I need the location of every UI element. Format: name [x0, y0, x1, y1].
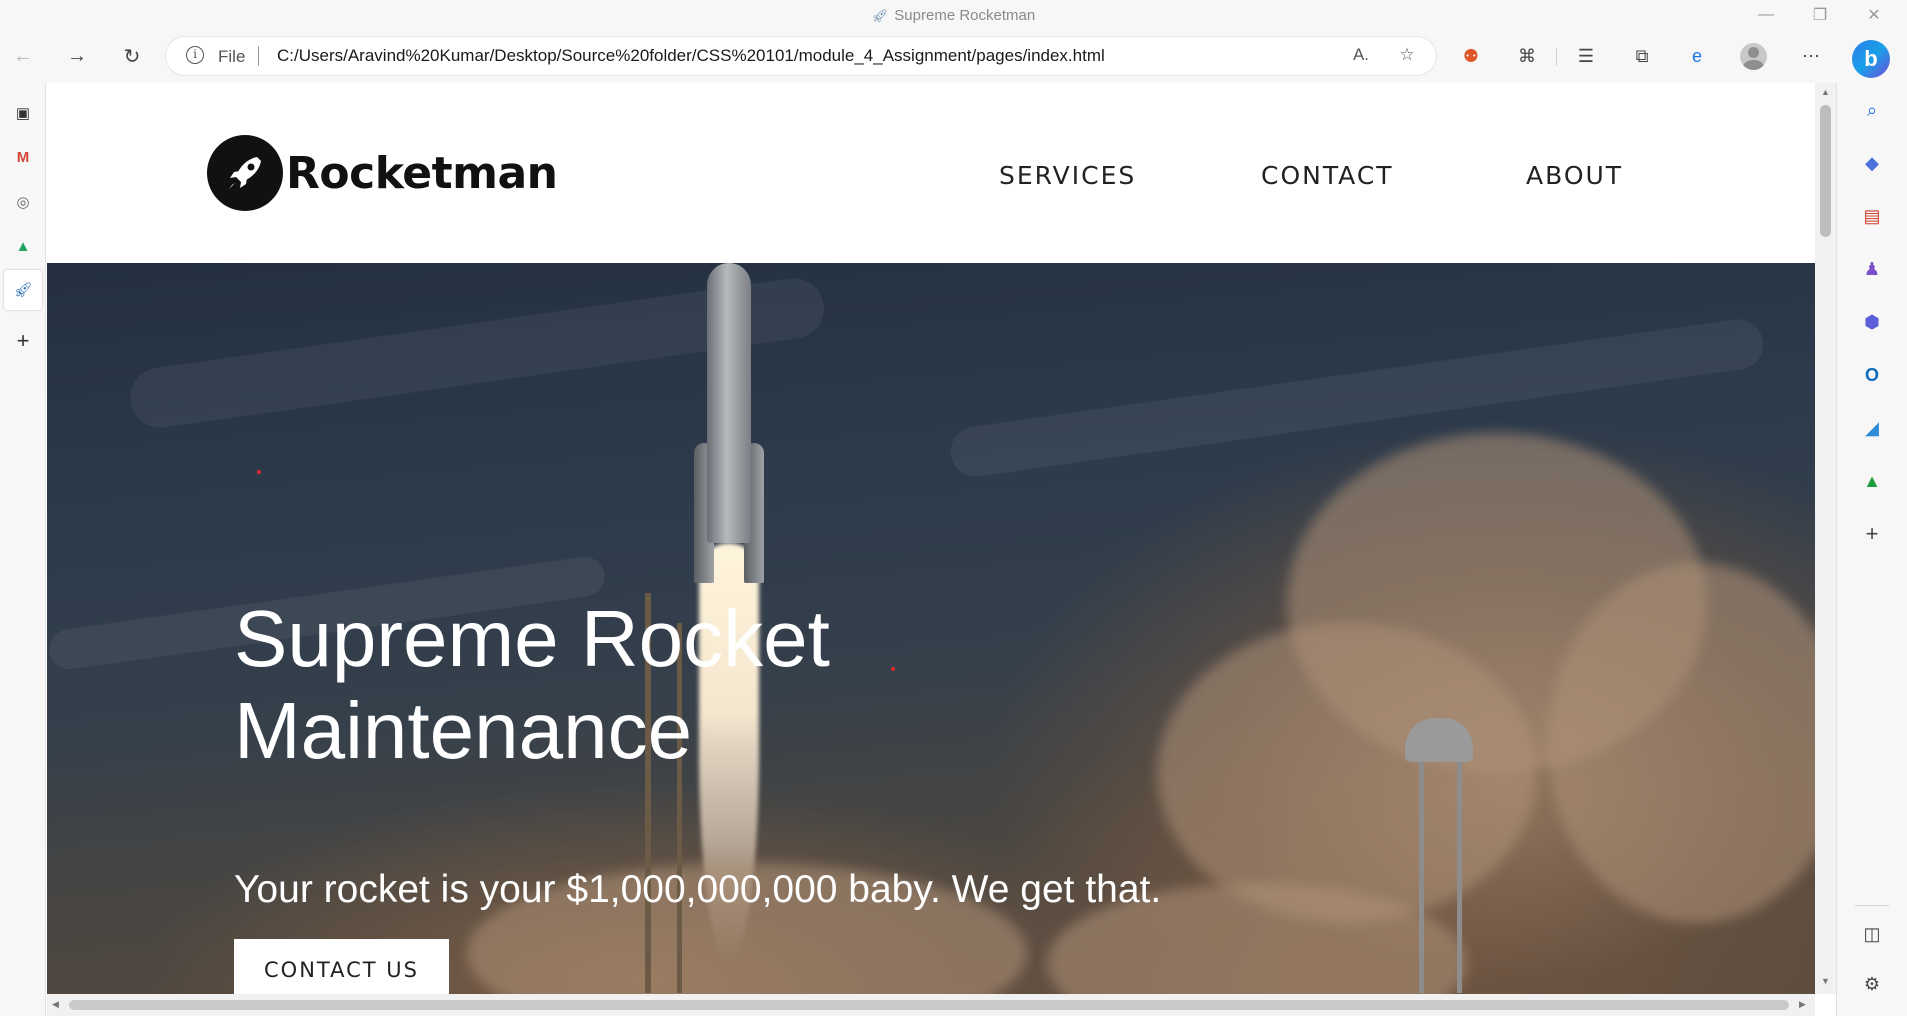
- water-tower-leg: [1419, 753, 1424, 993]
- back-icon[interactable]: ←: [6, 39, 40, 73]
- extension-icon[interactable]: ⚉: [1456, 41, 1486, 71]
- vertical-scroll-thumb[interactable]: [1820, 105, 1831, 237]
- hero-title: Supreme Rocket Maintenance: [234, 594, 830, 775]
- hero-section: Supreme Rocket Maintenance Your rocket i…: [47, 263, 1815, 994]
- outlook-icon[interactable]: O: [1858, 361, 1886, 389]
- scroll-down-icon[interactable]: ▼: [1820, 976, 1831, 986]
- split-screen-icon[interactable]: ◫: [1858, 920, 1886, 948]
- nav-contact[interactable]: CONTACT: [1261, 161, 1394, 190]
- restore-icon[interactable]: ❐: [1797, 0, 1843, 29]
- horizontal-scroll-thumb[interactable]: [69, 1000, 1789, 1010]
- scroll-up-icon[interactable]: ▲: [1820, 87, 1831, 97]
- new-tab-icon[interactable]: +: [8, 326, 38, 356]
- favorites-icon[interactable]: ☰: [1571, 41, 1601, 71]
- tab-google-drive[interactable]: ▲: [8, 231, 38, 261]
- site-logo[interactable]: Rocketman: [207, 135, 558, 211]
- sky-streak: [947, 316, 1767, 480]
- browser-toolbar: ← → ↻ i File C:/Users/Aravind%20Kumar/De…: [0, 29, 1907, 83]
- forward-icon[interactable]: →: [60, 39, 94, 73]
- shopping-tag-icon[interactable]: ◆: [1858, 149, 1886, 177]
- tab-rocketman-active[interactable]: 🚀︎: [4, 270, 42, 310]
- search-icon[interactable]: ⌕: [1858, 96, 1886, 124]
- add-icon[interactable]: +: [1858, 520, 1886, 548]
- nav-services[interactable]: SERVICES: [999, 161, 1136, 190]
- page-viewport: Rocketman SERVICES CONTACT ABOUT Supreme…: [47, 83, 1815, 994]
- contact-us-button[interactable]: CONTACT US: [234, 939, 449, 994]
- toolbox-icon[interactable]: ▤: [1858, 202, 1886, 230]
- window-title: Supreme Rocketman: [894, 7, 1036, 24]
- more-options-icon[interactable]: ⋯: [1796, 41, 1826, 71]
- url-scheme-label: File: [218, 47, 246, 66]
- light-dot: [257, 470, 261, 474]
- scroll-right-icon[interactable]: ▶: [1799, 999, 1806, 1010]
- collections-icon[interactable]: ⧉: [1627, 41, 1657, 71]
- microsoft-365-icon[interactable]: ⬢: [1858, 308, 1886, 336]
- minimize-icon[interactable]: —: [1743, 0, 1789, 29]
- rocket-logo-icon: [207, 135, 283, 211]
- url-text[interactable]: C:/Users/Aravind%20Kumar/Desktop/Source%…: [277, 46, 1105, 66]
- rocket-image: [707, 263, 751, 543]
- drop-icon[interactable]: ◢: [1858, 414, 1886, 442]
- smoke-cloud: [1157, 623, 1537, 923]
- address-separator: [258, 46, 259, 66]
- tab-globe[interactable]: ◎: [8, 187, 38, 217]
- tab-gmail[interactable]: M: [8, 142, 38, 172]
- address-bar[interactable]: i File C:/Users/Aravind%20Kumar/Desktop/…: [166, 37, 1436, 75]
- edge-bar-icon[interactable]: e: [1682, 41, 1712, 71]
- profile-avatar[interactable]: [1740, 43, 1767, 70]
- refresh-icon[interactable]: ↻: [115, 39, 149, 73]
- hero-subtitle: Your rocket is your $1,000,000,000 baby.…: [234, 868, 1162, 911]
- site-header: Rocketman SERVICES CONTACT ABOUT: [47, 83, 1815, 263]
- settings-gear-icon[interactable]: ⚙: [1858, 970, 1886, 998]
- games-icon[interactable]: ♟: [1858, 255, 1886, 283]
- rocket-favicon-icon: 🚀︎: [871, 8, 889, 23]
- extensions-puzzle-icon[interactable]: ⌘: [1512, 41, 1542, 71]
- tree-icon[interactable]: ▲: [1858, 467, 1886, 495]
- window-titlebar: 🚀︎ Supreme Rocketman — ❐ ✕: [0, 0, 1907, 29]
- nav-about[interactable]: ABOUT: [1526, 161, 1623, 190]
- edge-sidebar: ⌕ ◆ ▤ ♟ ⬢ O ◢ ▲ + ◫ ⚙: [1836, 83, 1907, 1016]
- water-tower-tank: [1405, 718, 1473, 762]
- vertical-scrollbar[interactable]: ▲ ▼: [1815, 83, 1836, 994]
- tab-actions-icon[interactable]: ▣: [8, 98, 38, 128]
- logo-wordmark: Rocketman: [286, 147, 558, 199]
- scroll-left-icon[interactable]: ◀: [52, 999, 59, 1010]
- water-tower-leg: [1457, 753, 1462, 993]
- close-window-icon[interactable]: ✕: [1851, 0, 1897, 29]
- add-favorite-icon[interactable]: ☆: [1396, 45, 1418, 67]
- horizontal-scrollbar[interactable]: ◀ ▶: [47, 994, 1815, 1016]
- site-info-icon[interactable]: i: [186, 46, 204, 64]
- copilot-icon[interactable]: b: [1852, 40, 1890, 78]
- vertical-tab-strip: ▣ M ◎ ▲ 🚀︎ +: [0, 83, 46, 1016]
- read-aloud-icon[interactable]: A.: [1350, 45, 1372, 67]
